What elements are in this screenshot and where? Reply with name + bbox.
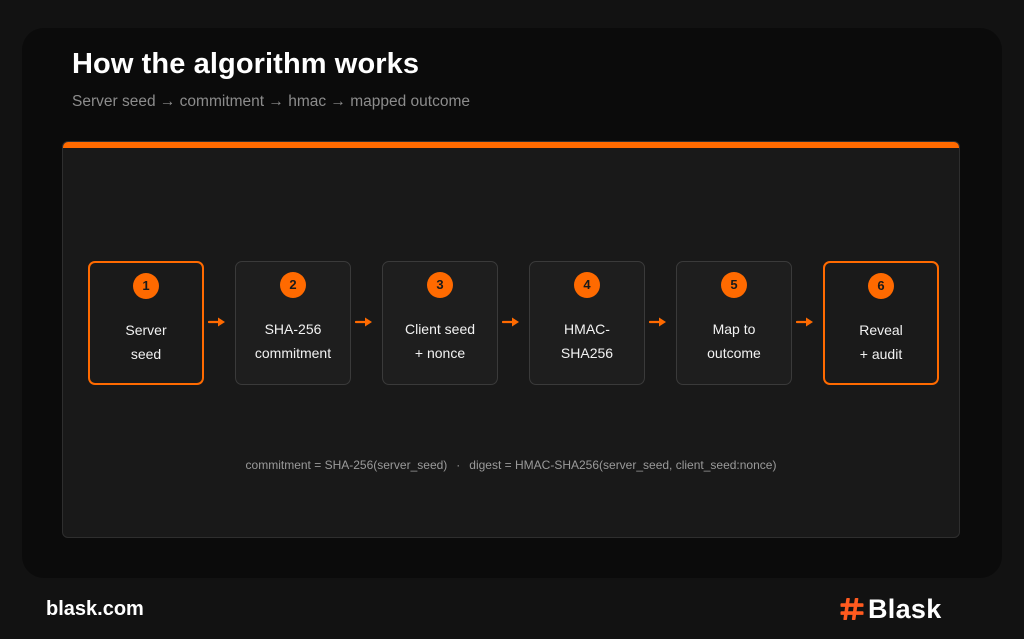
- step-number-badge: 6: [868, 272, 894, 299]
- step-number-badge: 2: [280, 272, 306, 298]
- step-label-line-1: Server: [125, 322, 167, 338]
- formula-separator: ·: [456, 458, 461, 472]
- step-label: HMAC- SHA256: [534, 317, 640, 365]
- brand-logo-text: Blask: [868, 593, 942, 624]
- formula-caption: commitment = SHA-256(server_seed) · digest…: [63, 458, 959, 472]
- step-number-badge: 1: [133, 272, 159, 299]
- step-label-line-2: seed: [130, 346, 162, 362]
- diagram-panel: 1 Server seed 2 SHA-256 commitment 3 Cli…: [62, 141, 960, 538]
- arrow-right-icon: [796, 317, 813, 327]
- page: How the algorithm works Server seed → co…: [0, 0, 1024, 639]
- step-number-badge: 4: [574, 272, 600, 298]
- page-subtitle: Server seed → commitment → hmac → mapped…: [72, 93, 470, 110]
- step-label-line-2: outcome: [707, 345, 761, 361]
- step-label: Server seed: [94, 318, 198, 366]
- step-label: SHA-256 commitment: [240, 317, 346, 365]
- step-label-line-2: + audit: [859, 346, 903, 362]
- formula-digest: digest = HMAC-SHA256(server_seed, client…: [469, 458, 777, 472]
- footer-site-link[interactable]: blask.com: [46, 598, 144, 621]
- hash-icon: [840, 598, 864, 620]
- step-label-line-1: HMAC-: [564, 321, 610, 337]
- step-6: 6 Reveal + audit: [823, 261, 939, 385]
- step-label: Client seed + nonce: [387, 317, 493, 365]
- step-label-line-2: + nonce: [414, 345, 466, 361]
- step-label-line-2: commitment: [254, 345, 332, 361]
- arrow-right-icon: [208, 317, 225, 327]
- step-3: 3 Client seed + nonce: [382, 261, 498, 385]
- step-1: 1 Server seed: [88, 261, 204, 385]
- brand-logo: Blask: [840, 592, 942, 626]
- arrow-right-icon: [502, 317, 519, 327]
- step-2: 2 SHA-256 commitment: [235, 261, 351, 385]
- step-number-badge: 5: [721, 272, 747, 298]
- step-label: Reveal + audit: [829, 318, 933, 366]
- arrow-right-icon: [355, 317, 372, 327]
- arrow-right-icon: [649, 317, 666, 327]
- step-label-line-2: SHA256: [560, 345, 614, 361]
- step-label-line-1: Client seed: [404, 321, 476, 337]
- step-label-line-1: Reveal: [859, 322, 903, 338]
- step-4: 4 HMAC- SHA256: [529, 261, 645, 385]
- page-title: How the algorithm works: [72, 48, 420, 80]
- step-5: 5 Map to outcome: [676, 261, 792, 385]
- step-label-line-1: Map to: [712, 321, 756, 337]
- formula-commitment: commitment = SHA-256(server_seed): [245, 458, 448, 472]
- step-label-line-1: SHA-256: [264, 321, 322, 337]
- step-number-badge: 3: [427, 272, 453, 298]
- step-label: Map to outcome: [681, 317, 787, 365]
- accent-bar: [63, 142, 959, 148]
